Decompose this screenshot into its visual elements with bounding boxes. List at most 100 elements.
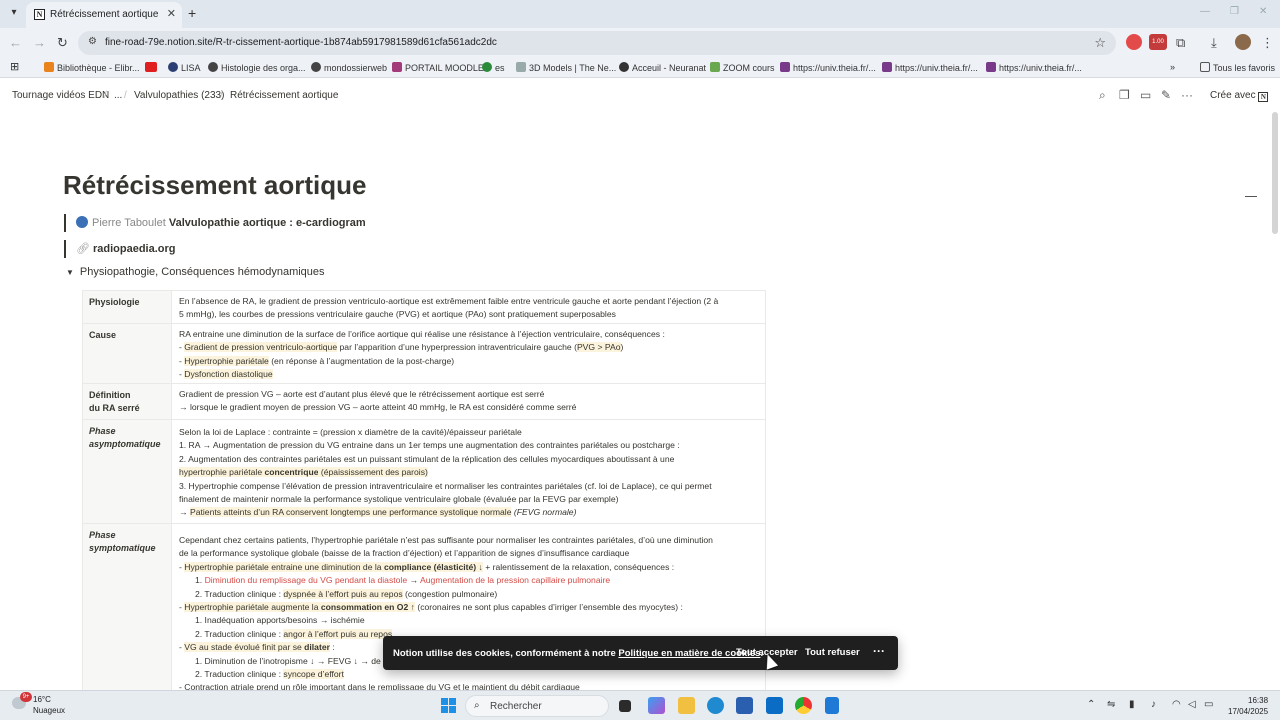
bookmark-es[interactable]: es [482,62,505,73]
row-content: Selon la loi de Laplace : contrainte = (… [171,420,765,524]
made-with-notion-button[interactable]: Crée avec N [1204,87,1274,105]
outlook-icon[interactable] [766,697,783,714]
file-explorer-icon[interactable] [678,697,695,714]
bookmark-neuranat[interactable]: Acceuil - Neuranat [619,62,706,73]
bookmark-bibliotheque[interactable]: Bibliothèque - Elibr... [44,62,140,73]
windows-start-icon[interactable] [441,698,456,713]
bookmark-zoom[interactable]: ZOOM cours [710,62,775,73]
bookmark-lisa[interactable]: LISA [168,62,201,73]
wifi-icon[interactable]: ◠ [1172,699,1181,710]
bookmark-favicon-icon [482,62,492,72]
search-icon[interactable]: ⌕ [1099,88,1106,103]
table-row: Physiologie En l’absence de RA, le gradi… [83,290,765,326]
search-icon: ⌕ [474,700,480,711]
author-avatar [76,216,88,228]
bookmarks-overflow-chevron-icon[interactable]: » [1170,62,1175,72]
bookmark-star-icon[interactable]: ☆ [1094,35,1106,51]
breadcrumb-item[interactable]: ... [114,90,122,101]
edit-pencil-icon[interactable]: ✎ [1161,88,1171,102]
volume-icon[interactable]: ◁ [1188,699,1196,710]
bookmark-mondossierweb[interactable]: mondossierweb [311,62,387,73]
table-row: Phase asymptomatique Selon la loi de Lapl… [83,419,765,524]
breadcrumb-item-current[interactable]: Rétrécissement aortique [230,90,338,101]
system-clock[interactable]: 16:38 17/04/2025 [1228,695,1268,717]
reload-icon[interactable]: ↻ [57,35,68,51]
page-mention[interactable]: Pierre Taboulet Valvulopathie aortique :… [76,216,366,229]
copilot-icon[interactable] [648,697,665,714]
breadcrumb-item[interactable]: Tournage vidéos EDN [12,90,109,101]
duplicate-icon[interactable]: ❐ [1119,88,1130,102]
forward-arrow-icon[interactable]: → [33,35,46,50]
url-text[interactable]: fine-road-79e.notion.site/R-tr-cissement… [105,37,497,48]
tab-search-chevron-icon[interactable]: ▾ [6,5,22,21]
extension-red-icon[interactable] [1126,34,1142,50]
youtube-icon [145,62,157,72]
back-arrow-icon[interactable]: ← [9,35,22,50]
tray-app-icon[interactable]: ⇋ [1107,699,1115,710]
apps-grid-icon[interactable]: ⊞ [10,60,19,73]
breadcrumb-item[interactable]: Valvulopathies (233) [134,90,224,101]
toggle-triangle-icon[interactable]: ▼ [66,268,74,277]
extension-badge-icon[interactable]: 1.00 [1149,34,1167,50]
tab-close-icon[interactable]: ✕ [167,7,176,20]
bookmark-favicon-icon [710,62,720,72]
row-content: RA entraine une diminution de la surface… [171,324,765,386]
bookmark-favicon-icon [44,62,54,72]
extensions-puzzle-icon[interactable]: ⧉ [1176,35,1185,51]
table-row: Définition du RA serré Gradient de pressi… [83,383,765,419]
bookmark-favicon-icon [986,62,996,72]
browser-tab-active[interactable]: N Rétrécissement aortique ✕ [26,2,182,28]
microphone-icon[interactable]: ♪ [1151,699,1156,710]
more-options-icon[interactable]: ··· [1181,88,1193,102]
new-tab-plus-icon[interactable]: + [188,5,196,21]
microsoft-store-icon[interactable] [736,697,753,714]
notion-logo-icon: N [1258,92,1269,102]
bookmark-favicon-icon [168,62,178,72]
notification-badge: 9+ [20,692,32,702]
edge-browser-icon[interactable] [707,697,724,714]
cookie-banner: Notion utilise des cookies, conformément… [383,636,898,670]
link-icon: 🔗︎ [76,243,90,255]
taskbar-search[interactable]: ⌕ Rechercher [465,695,609,717]
browser-tab-strip: ▾ N Rétrécissement aortique ✕ + — ❐ ✕ [0,0,1280,28]
tray-overflow-chevron-icon[interactable]: ⌃ [1087,699,1095,710]
bookmark-3d-models[interactable]: 3D Models | The Ne... [516,62,616,73]
address-bar[interactable]: ⚙ fine-road-79e.notion.site/R-tr-cisseme… [78,31,1116,55]
row-header: Physiologie [83,291,171,323]
refuse-all-button[interactable]: Tout refuser [805,647,860,658]
toggle-block[interactable]: ▼ Physiopathogie, Conséquences hémodynami… [66,266,325,278]
bookmark-theia-1[interactable]: https://univ.theia.fr/... [780,62,876,73]
task-view-icon[interactable] [619,700,631,712]
all-bookmarks-folder[interactable]: Tous les favoris [1200,62,1275,73]
profile-avatar[interactable] [1235,34,1251,50]
breadcrumb-separator: / [220,90,223,101]
bookmark-theia-2[interactable]: https://univ.theia.fr/... [882,62,978,73]
youtube-bookmark-icon[interactable] [145,62,160,73]
bookmark-favicon-icon [619,62,629,72]
bookmark-favicon-icon [392,62,402,72]
browser-toolbar: ← → ↻ ⚙ fine-road-79e.notion.site/R-tr-c… [0,28,1280,58]
comments-icon[interactable]: ▭ [1140,88,1151,102]
chrome-icon[interactable] [795,697,812,714]
chrome-menu-icon[interactable]: ⋮ [1261,35,1274,51]
tray-app-icon[interactable]: ▮ [1129,699,1135,710]
battery-icon[interactable]: ▭ [1204,699,1213,710]
tab-title: Rétrécissement aortique [50,9,159,20]
page-scrollbar[interactable] [1272,112,1278,234]
window-minimize-icon[interactable]: — [1200,6,1210,17]
bookmark-favicon-icon [311,62,321,72]
window-close-icon[interactable]: ✕ [1259,6,1267,17]
download-icon[interactable]: ⤓ [1211,35,1217,51]
notion-topbar: Tournage vidéos EDN / ... / Valvulopathi… [0,86,1280,106]
cookie-more-options-icon[interactable]: ··· [873,644,885,658]
bookmark-theia-3[interactable]: https://univ.theia.fr/... [986,62,1082,73]
bookmark-histologie[interactable]: Histologie des orga... [208,62,306,73]
web-link[interactable]: 🔗︎ radiopaedia.org [76,242,176,255]
table-row: Cause RA entraine une diminution de la s… [83,323,765,386]
bookmark-moodle[interactable]: PORTAIL MOODLE [392,62,484,73]
window-restore-icon[interactable]: ❐ [1230,6,1239,17]
site-info-icon[interactable]: ⚙ [88,36,97,47]
table-of-contents-indicator[interactable] [1245,196,1257,197]
page-title: Rétrécissement aortique [63,170,367,200]
calculator-app-icon[interactable] [825,697,839,714]
